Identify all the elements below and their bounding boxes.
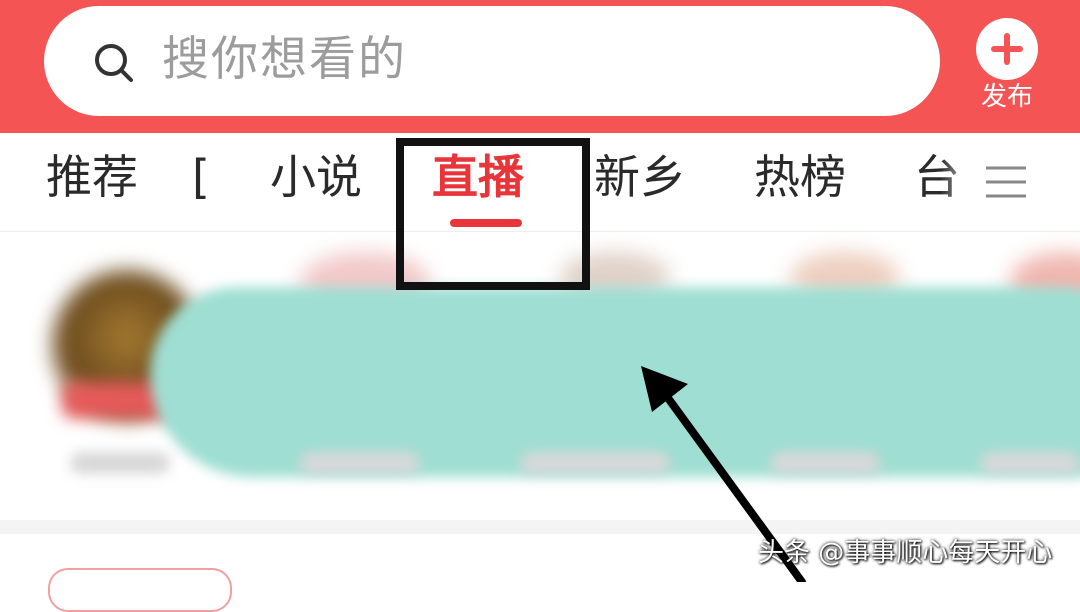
watermark: 头条 @事事顺心每天开心	[758, 538, 1053, 568]
annotation-arrow-icon	[641, 366, 806, 582]
